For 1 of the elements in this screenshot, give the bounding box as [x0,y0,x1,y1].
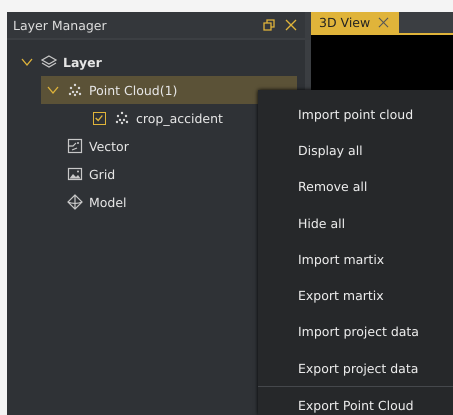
panel-title: Layer Manager [13,18,108,32]
